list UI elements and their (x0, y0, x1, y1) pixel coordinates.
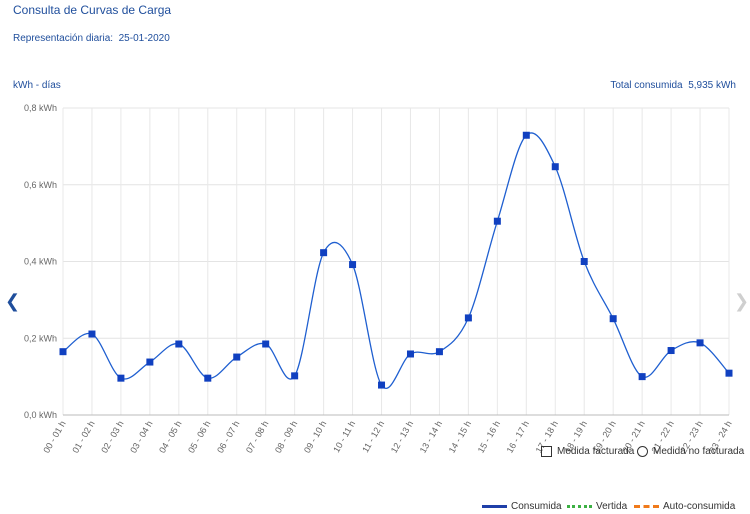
data-point (88, 330, 96, 338)
data-point (291, 372, 299, 380)
data-point (493, 217, 501, 225)
x-tick-label: 12 - 13 h (389, 419, 415, 455)
data-point (406, 350, 414, 358)
x-tick-label: 07 - 08 h (244, 419, 270, 455)
data-point (667, 347, 675, 355)
x-tick-label: 06 - 07 h (215, 419, 241, 455)
data-point (320, 249, 328, 257)
legend-vertida-label: Vertida (596, 501, 628, 512)
dashed-line-icon (634, 505, 659, 508)
data-point (262, 340, 270, 348)
series-line-consumida (62, 132, 730, 389)
x-tick-label: 09 - 10 h (302, 419, 328, 455)
y-tick-label: 0,4 kWh (24, 257, 57, 267)
solid-line-icon (482, 505, 507, 508)
legend-unbilled[interactable]: Medida no facturada (637, 446, 744, 457)
x-tick-label: 05 - 06 h (186, 419, 212, 455)
x-tick-label: 00 - 01 h (41, 419, 67, 455)
x-tick-label: 04 - 05 h (157, 419, 183, 455)
legend-autoconsumida-label: Auto-consumida (663, 501, 736, 512)
data-point (435, 348, 443, 356)
data-point (146, 358, 154, 366)
square-icon (541, 446, 552, 457)
y-tick-label: 0,8 kWh (24, 103, 57, 113)
y-tick-label: 0,2 kWh (24, 333, 57, 343)
x-tick-label: 01 - 02 h (70, 419, 96, 455)
x-tick-label: 10 - 11 h (331, 419, 357, 454)
x-tick-label: 08 - 09 h (273, 419, 299, 455)
x-tick-label: 13 - 14 h (418, 419, 444, 455)
dotted-line-icon (567, 505, 592, 508)
data-point (464, 314, 472, 322)
data-point (696, 339, 704, 347)
legend-billed[interactable]: Medida facturada (541, 446, 634, 457)
data-point (204, 374, 212, 382)
data-point (378, 381, 386, 389)
legend-billed-label: Medida facturada (557, 446, 635, 457)
data-point (522, 131, 530, 139)
data-point (117, 374, 125, 382)
x-tick-label: 02 - 03 h (99, 419, 125, 455)
y-tick-label: 0,6 kWh (24, 180, 57, 190)
data-point (638, 373, 646, 381)
data-point (233, 353, 241, 361)
x-tick-label: 16 - 17 h (505, 419, 531, 455)
x-tick-label: 15 - 16 h (476, 419, 502, 455)
legend-autoconsumida[interactable]: Auto-consumida (634, 501, 735, 512)
legend-consumida-label: Consumida (511, 501, 562, 512)
circle-icon (637, 446, 648, 457)
data-point (725, 369, 733, 377)
x-tick-label: 14 - 15 h (447, 419, 473, 455)
data-point (59, 348, 67, 356)
x-tick-label: 03 - 04 h (128, 419, 154, 455)
legend-unbilled-label: Medida no facturada (653, 446, 745, 457)
legend-vertida[interactable]: Vertida (567, 501, 627, 512)
load-curve-chart: 0,0 kWh 0,2 kWh 0,4 kWh 0,6 kWh 0,8 kWh 00 - … (24, 103, 734, 455)
data-point (349, 261, 357, 269)
data-point (609, 315, 617, 323)
y-tick-label: 0,0 kWh (24, 410, 57, 420)
data-point (175, 340, 183, 348)
data-point (580, 258, 588, 265)
data-point (551, 163, 559, 171)
legend-consumida[interactable]: Consumida (482, 501, 562, 512)
x-tick-label: 11 - 12 h (360, 419, 386, 454)
